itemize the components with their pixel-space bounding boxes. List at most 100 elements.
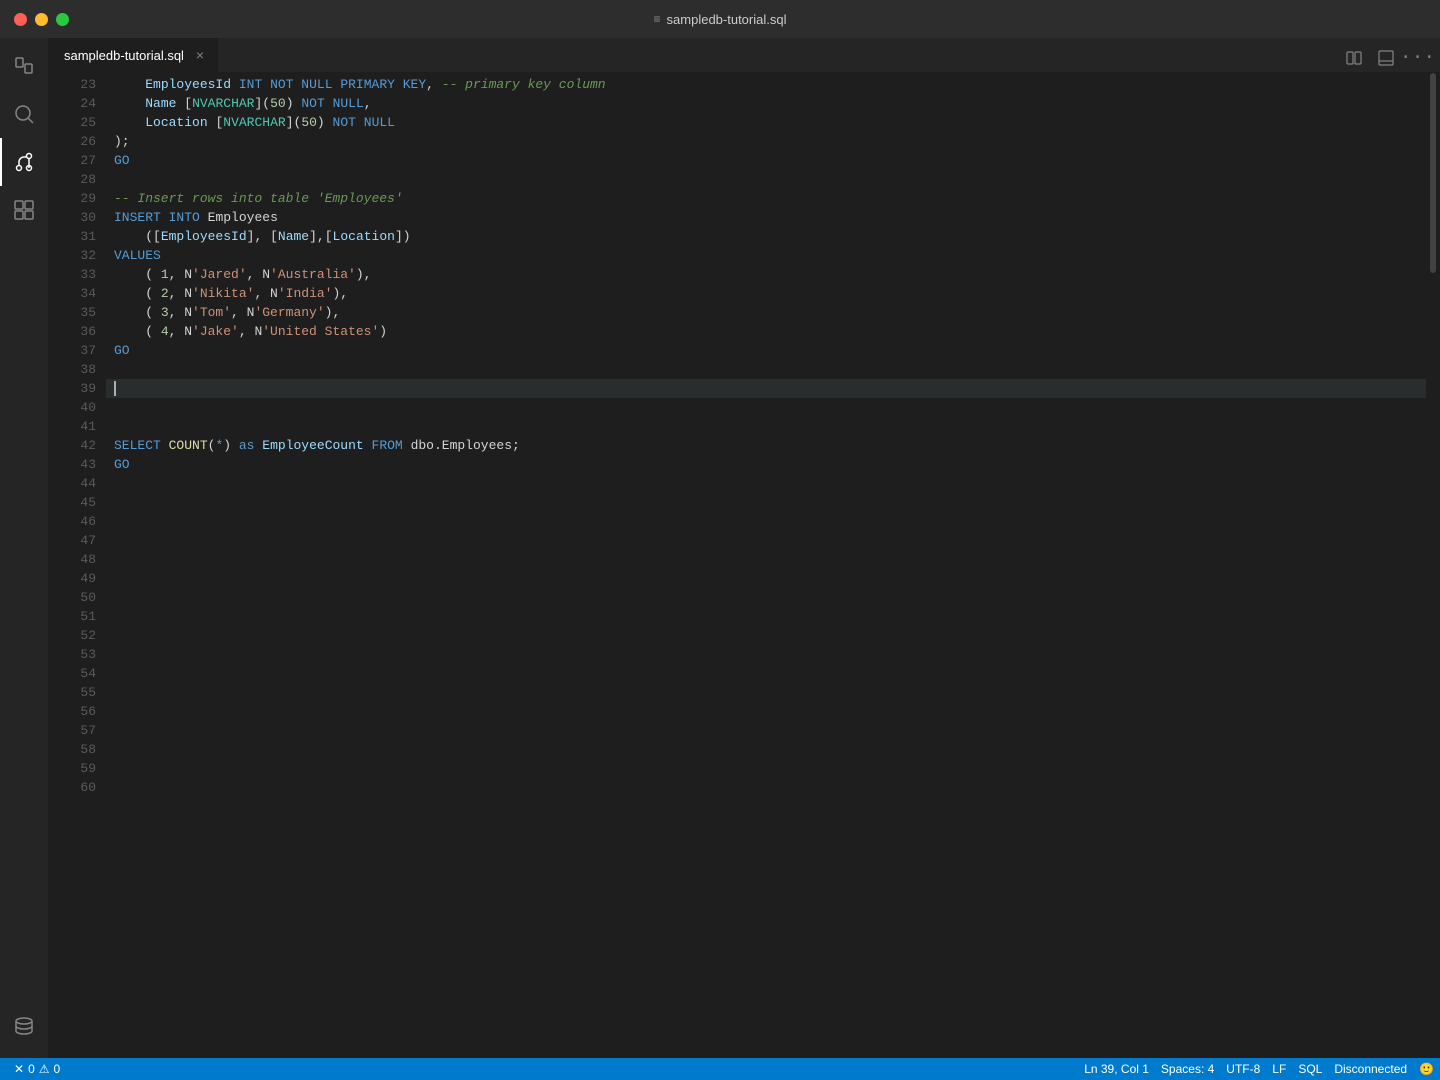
code-line-40	[106, 398, 1426, 417]
ln-51: 51	[48, 607, 96, 626]
connection-text: Disconnected	[1334, 1062, 1407, 1076]
code-editor[interactable]: 23 24 25 26 27 28 29 30 31 32 33 34 35 3…	[48, 73, 1440, 1058]
tab-close-button[interactable]: ×	[192, 47, 208, 63]
code-line-59	[106, 759, 1426, 778]
title-bar-title: sampledb-tutorial.sql	[667, 12, 787, 27]
ln-43: 43	[48, 455, 96, 474]
code-line-35: ( 3, N'Tom', N'Germany'),	[106, 303, 1426, 322]
more-actions-button[interactable]: ···	[1404, 44, 1432, 72]
code-line-42: SELECT COUNT(*) as EmployeeCount FROM db…	[106, 436, 1426, 455]
status-eol[interactable]: LF	[1266, 1058, 1292, 1080]
language-text: SQL	[1298, 1062, 1322, 1076]
status-connection[interactable]: Disconnected	[1328, 1058, 1413, 1080]
code-line-27: GO	[106, 151, 1426, 170]
code-line-32: VALUES	[106, 246, 1426, 265]
warning-icon: ⚠	[39, 1062, 50, 1076]
toggle-panel-button[interactable]	[1372, 44, 1400, 72]
status-spaces[interactable]: Spaces: 4	[1155, 1058, 1220, 1080]
ln-28: 28	[48, 170, 96, 189]
ln-55: 55	[48, 683, 96, 702]
code-line-30: INSERT INTO Employees	[106, 208, 1426, 227]
code-line-54	[106, 664, 1426, 683]
encoding-text: UTF-8	[1226, 1062, 1260, 1076]
code-line-46	[106, 512, 1426, 531]
title-bar-icon: ≡	[654, 12, 661, 26]
code-line-26: );	[106, 132, 1426, 151]
activity-bar	[0, 38, 48, 1058]
code-line-51	[106, 607, 1426, 626]
code-line-56	[106, 702, 1426, 721]
ln-39: 39	[48, 379, 96, 398]
cursor-position-text: Ln 39, Col 1	[1084, 1062, 1149, 1076]
ln-29: 29	[48, 189, 96, 208]
eol-text: LF	[1272, 1062, 1286, 1076]
ln-37: 37	[48, 341, 96, 360]
title-bar: ≡ sampledb-tutorial.sql	[0, 0, 1440, 38]
ln-26: 26	[48, 132, 96, 151]
ln-59: 59	[48, 759, 96, 778]
ln-46: 46	[48, 512, 96, 531]
active-tab[interactable]: sampledb-tutorial.sql ×	[48, 38, 219, 72]
ln-30: 30	[48, 208, 96, 227]
status-language[interactable]: SQL	[1292, 1058, 1328, 1080]
scrollbar-thumb[interactable]	[1430, 73, 1436, 273]
ln-52: 52	[48, 626, 96, 645]
main-container: sampledb-tutorial.sql × ···	[0, 38, 1440, 1058]
ln-33: 33	[48, 265, 96, 284]
ln-35: 35	[48, 303, 96, 322]
code-line-24: Name [NVARCHAR](50) NOT NULL,	[106, 94, 1426, 113]
ln-44: 44	[48, 474, 96, 493]
activity-bar-bottom	[0, 1002, 48, 1058]
status-cursor-position[interactable]: Ln 39, Col 1	[1078, 1058, 1155, 1080]
code-line-53	[106, 645, 1426, 664]
editor-area: sampledb-tutorial.sql × ···	[48, 38, 1440, 1058]
maximize-button[interactable]	[56, 13, 69, 26]
ln-32: 32	[48, 246, 96, 265]
status-smiley[interactable]: 🙂	[1413, 1058, 1440, 1080]
code-line-52	[106, 626, 1426, 645]
code-line-48	[106, 550, 1426, 569]
ln-23: 23	[48, 75, 96, 94]
code-line-39	[106, 379, 1426, 398]
code-line-47	[106, 531, 1426, 550]
warning-count: 0	[54, 1062, 61, 1076]
ln-45: 45	[48, 493, 96, 512]
close-button[interactable]	[14, 13, 27, 26]
ln-54: 54	[48, 664, 96, 683]
code-line-34: ( 2, N'Nikita', N'India'),	[106, 284, 1426, 303]
minimize-button[interactable]	[35, 13, 48, 26]
activity-icon-extensions[interactable]	[0, 186, 48, 234]
tab-label: sampledb-tutorial.sql	[64, 48, 184, 63]
ln-56: 56	[48, 702, 96, 721]
code-line-49	[106, 569, 1426, 588]
code-line-23: EmployeesId INT NOT NULL PRIMARY KEY, --…	[106, 75, 1426, 94]
status-bar: ✕ 0 ⚠ 0 Ln 39, Col 1 Spaces: 4 UTF-8 LF …	[0, 1058, 1440, 1080]
code-line-60	[106, 778, 1426, 797]
ln-47: 47	[48, 531, 96, 550]
scrollbar-track[interactable]	[1426, 73, 1440, 1058]
code-line-33: ( 1, N'Jared', N'Australia'),	[106, 265, 1426, 284]
code-line-55	[106, 683, 1426, 702]
code-content[interactable]: EmployeesId INT NOT NULL PRIMARY KEY, --…	[106, 73, 1426, 1058]
activity-icon-source-control[interactable]	[0, 138, 48, 186]
activity-icon-search[interactable]	[0, 90, 48, 138]
activity-icon-database[interactable]	[0, 1002, 48, 1050]
code-line-25: Location [NVARCHAR](50) NOT NULL	[106, 113, 1426, 132]
error-count: 0	[28, 1062, 35, 1076]
ln-24: 24	[48, 94, 96, 113]
ln-25: 25	[48, 113, 96, 132]
split-editor-button[interactable]	[1340, 44, 1368, 72]
status-encoding[interactable]: UTF-8	[1220, 1058, 1266, 1080]
ln-36: 36	[48, 322, 96, 341]
status-errors[interactable]: ✕ 0 ⚠ 0	[8, 1058, 66, 1080]
activity-icon-explorer[interactable]	[0, 42, 48, 90]
ln-38: 38	[48, 360, 96, 379]
ln-40: 40	[48, 398, 96, 417]
code-line-28	[106, 170, 1426, 189]
ln-31: 31	[48, 227, 96, 246]
ln-34: 34	[48, 284, 96, 303]
code-line-50	[106, 588, 1426, 607]
smiley-icon: 🙂	[1419, 1062, 1434, 1076]
ln-49: 49	[48, 569, 96, 588]
ln-60: 60	[48, 778, 96, 797]
